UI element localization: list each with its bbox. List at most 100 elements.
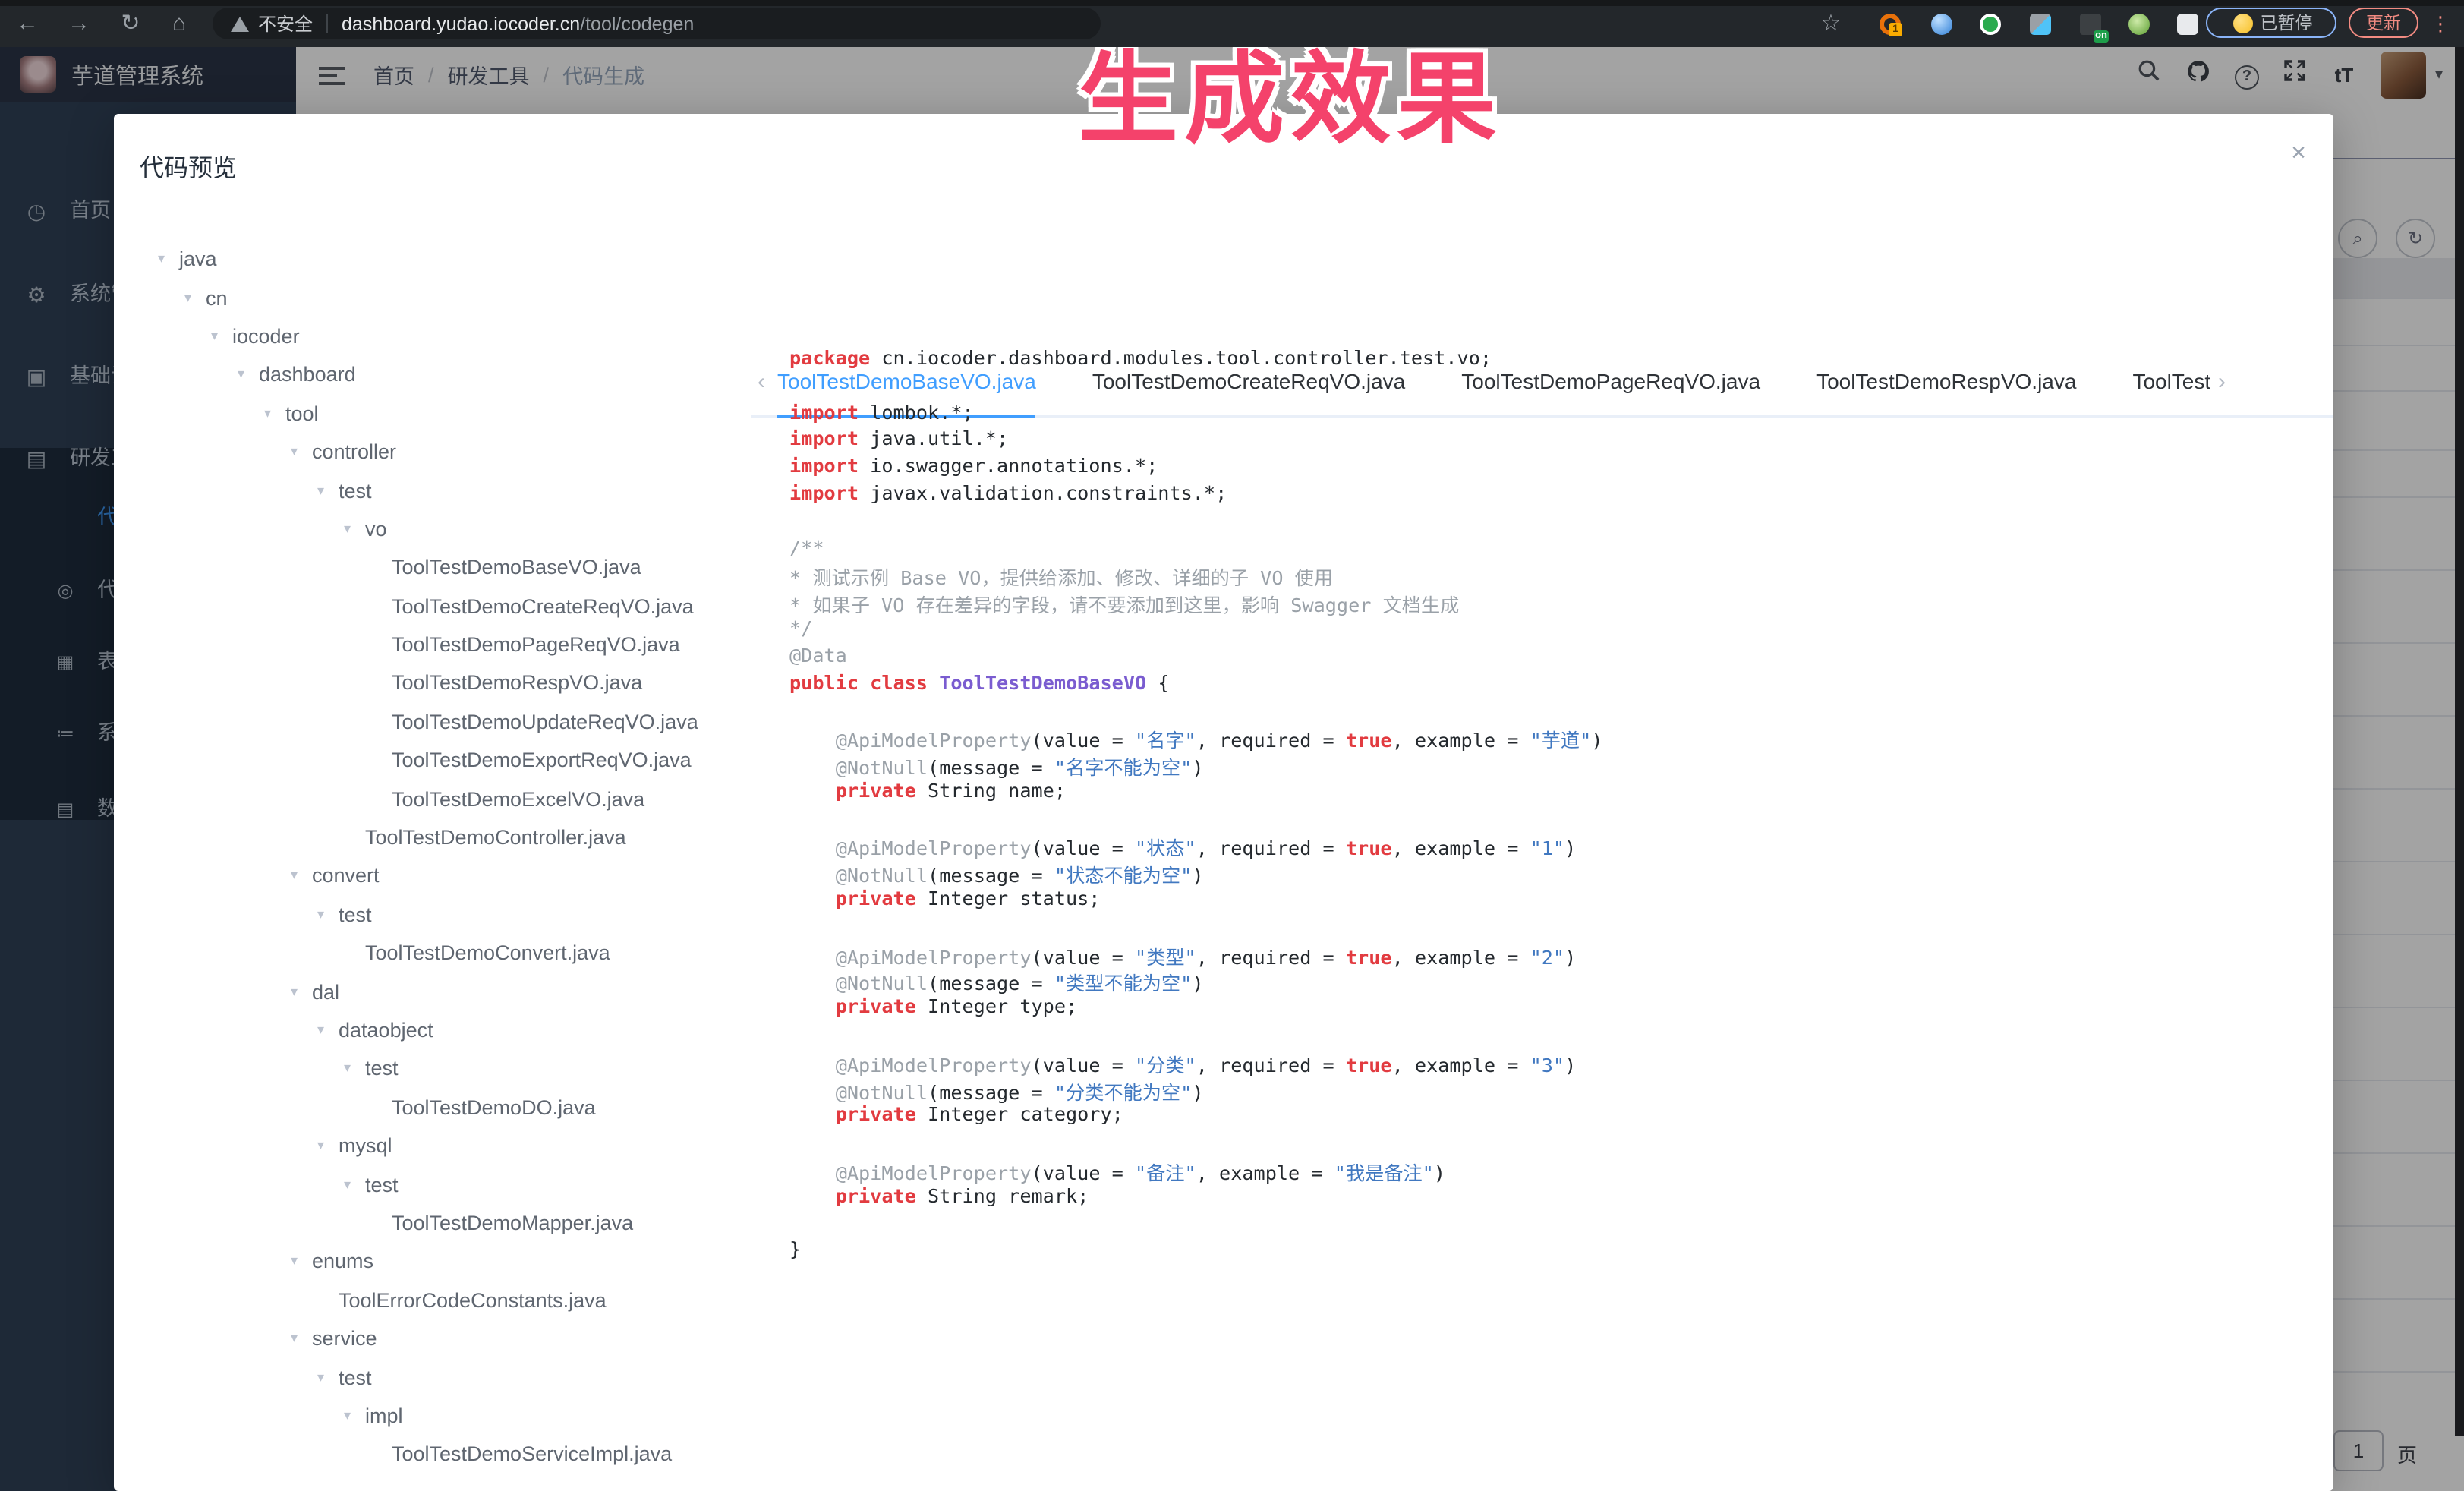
user-avatar[interactable] xyxy=(2381,51,2426,98)
tree-node-folder[interactable]: ▾impl xyxy=(140,1396,777,1435)
tree-node-folder[interactable]: ▾convert xyxy=(140,857,777,896)
tree-node-folder[interactable]: ▾mysql xyxy=(140,1127,777,1165)
tree-node-file[interactable]: ToolTestDemoUpdateReqVO.java xyxy=(140,702,777,741)
tree-expand-caret-icon[interactable]: ▾ xyxy=(317,1369,339,1385)
tree-node-file[interactable]: ToolTestDemoPageReqVO.java xyxy=(140,626,777,664)
tree-node-file[interactable]: ToolTestDemoController.java xyxy=(140,818,777,857)
tree-node-folder[interactable]: ▾test xyxy=(140,1049,777,1088)
tree-node-file[interactable]: ToolTestDemoExcelVO.java xyxy=(140,780,777,818)
browser-update-button[interactable]: 更新 xyxy=(2349,8,2418,38)
page-number-input[interactable]: 1 xyxy=(2333,1430,2384,1471)
tree-node-file[interactable]: ToolTestDemoMapper.java xyxy=(140,1204,777,1243)
browser-reload-icon[interactable]: ↻ xyxy=(115,0,146,47)
tree-node-file[interactable]: ToolTestDemoConvert.java xyxy=(140,934,777,972)
tree-expand-caret-icon[interactable]: ▾ xyxy=(317,1137,339,1154)
tree-expand-caret-icon[interactable]: ▾ xyxy=(317,906,339,923)
browser-menu-icon[interactable]: ⋮ xyxy=(2431,0,2450,47)
code-token: String name; xyxy=(916,779,1066,802)
address-bar[interactable]: 不安全 dashboard.yudao.iocoder.cn/tool/code… xyxy=(213,8,1101,39)
tree-node-file[interactable]: ToolTestDemoCreateReqVO.java xyxy=(140,587,777,626)
font-size-icon[interactable]: tT xyxy=(2320,63,2368,86)
search-icon[interactable] xyxy=(2125,59,2174,90)
tree-node-folder[interactable]: ▾dal xyxy=(140,972,777,1011)
extension-on-badge: on xyxy=(2094,30,2109,43)
tree-expand-caret-icon[interactable]: ▾ xyxy=(184,289,206,306)
code-token: javax.validation.constraints.*; xyxy=(859,481,1227,504)
tabs-scroll-left-icon[interactable]: ‹ xyxy=(758,369,765,395)
extension-icon-grid[interactable] xyxy=(2030,14,2051,35)
app-logo-area[interactable]: 芋道管理系统 xyxy=(0,47,296,102)
breadcrumb-item[interactable]: 研发工具 xyxy=(448,59,530,90)
bookmark-star-icon[interactable]: ☆ xyxy=(1816,0,1846,47)
tree-node-folder[interactable]: ▾test xyxy=(140,471,777,510)
extension-badge: 1 xyxy=(1889,23,1902,36)
extension-icon-green-v[interactable] xyxy=(1980,14,2001,35)
tree-expand-caret-icon[interactable]: ▾ xyxy=(317,1022,339,1039)
code-line: import io.swagger.annotations.*; xyxy=(789,454,2323,481)
extension-icon-orange[interactable]: 1 xyxy=(1880,14,1901,35)
extension-icon-plant[interactable] xyxy=(2128,14,2150,35)
tree-expand-caret-icon[interactable]: ▾ xyxy=(291,868,312,884)
help-icon[interactable]: ? xyxy=(2223,60,2271,89)
sidebar-toggle-icon[interactable] xyxy=(319,62,345,85)
tree-node-folder[interactable]: ▾test xyxy=(140,1358,777,1397)
code-token: @ApiModelProperty xyxy=(836,729,1032,752)
update-label: 更新 xyxy=(2366,11,2401,35)
breadcrumb-item[interactable]: 代码生成 xyxy=(562,59,644,90)
tree-expand-caret-icon[interactable]: ▾ xyxy=(344,1407,365,1424)
table-refresh-button[interactable]: ↻ xyxy=(2396,219,2435,258)
tree-expand-caret-icon[interactable]: ▾ xyxy=(344,521,365,537)
code-token xyxy=(789,756,836,779)
tree-node-folder[interactable]: ▾tool xyxy=(140,394,777,433)
tree-node-folder[interactable]: ▾test xyxy=(140,895,777,934)
tree-node-file[interactable]: ToolTestDemoBaseVO.java xyxy=(140,548,777,587)
close-icon[interactable]: × xyxy=(2282,138,2315,169)
extension-icon-blue-drop[interactable] xyxy=(1931,14,1952,35)
tree-node-file[interactable]: ToolErrorCodeConstants.java xyxy=(140,1281,777,1319)
tree-expand-caret-icon[interactable]: ▾ xyxy=(238,367,259,383)
github-icon[interactable] xyxy=(2174,58,2223,90)
code-token xyxy=(789,729,836,752)
tree-expand-caret-icon[interactable]: ▾ xyxy=(291,1253,312,1270)
tree-node-folder[interactable]: ▾dataobject xyxy=(140,1011,777,1050)
tree-node-file[interactable]: ToolTestDemoExportReqVO.java xyxy=(140,741,777,780)
paused-extension-button[interactable]: 已暂停 xyxy=(2206,8,2336,38)
page-scrollbar[interactable] xyxy=(2455,47,2464,1436)
fullscreen-icon[interactable] xyxy=(2271,59,2320,90)
code-line xyxy=(789,1211,2323,1238)
breadcrumb-item[interactable]: 首页 xyxy=(373,59,414,90)
tree-expand-caret-icon[interactable]: ▾ xyxy=(291,1330,312,1347)
browser-back-icon[interactable]: ← xyxy=(12,0,43,47)
security-label[interactable]: 不安全 xyxy=(258,11,313,36)
tree-expand-caret-icon[interactable]: ▾ xyxy=(344,1061,365,1077)
tree-node-folder[interactable]: ▾test xyxy=(140,1165,777,1204)
tree-node-file[interactable]: ToolTestDemoDO.java xyxy=(140,1088,777,1127)
tree-expand-caret-icon[interactable]: ▾ xyxy=(291,443,312,460)
tree-node-folder[interactable]: ▾vo xyxy=(140,509,777,548)
tree-expand-caret-icon[interactable]: ▾ xyxy=(264,405,285,422)
tree-node-folder[interactable]: ▾dashboard xyxy=(140,355,777,394)
tree-expand-caret-icon[interactable]: ▾ xyxy=(291,983,312,1000)
code-line xyxy=(789,1022,2323,1049)
browser-home-icon[interactable]: ⌂ xyxy=(164,0,194,47)
tree-node-file[interactable]: ToolTestDemoServiceImpl.java xyxy=(140,1435,777,1474)
tree-expand-caret-icon[interactable]: ▾ xyxy=(317,482,339,499)
code-token: } xyxy=(789,1238,801,1261)
dashboard-icon: ◷ xyxy=(21,181,52,241)
tree-expand-caret-icon[interactable]: ▾ xyxy=(344,1176,365,1193)
tree-node-folder[interactable]: ▾enums xyxy=(140,1242,777,1281)
address-divider xyxy=(326,14,328,33)
tree-node-folder[interactable]: ▾controller xyxy=(140,433,777,471)
extension-puzzle-icon[interactable] xyxy=(2177,14,2198,35)
tree-expand-caret-icon[interactable]: ▾ xyxy=(211,328,232,345)
tree-node-folder[interactable]: ▾java xyxy=(140,240,777,279)
tree-expand-caret-icon[interactable]: ▾ xyxy=(158,251,179,267)
table-search-button[interactable]: ⌕ xyxy=(2338,219,2377,258)
tree-node-folder[interactable]: ▾service xyxy=(140,1319,777,1358)
user-menu-caret-icon[interactable]: ▾ xyxy=(2435,66,2443,83)
tree-node-folder[interactable]: ▾iocoder xyxy=(140,317,777,356)
browser-forward-icon[interactable]: → xyxy=(64,0,94,47)
extension-icon-list-on[interactable]: on xyxy=(2080,14,2101,35)
tree-node-file[interactable]: ToolTestDemoRespVO.java xyxy=(140,664,777,703)
tree-node-folder[interactable]: ▾cn xyxy=(140,279,777,317)
